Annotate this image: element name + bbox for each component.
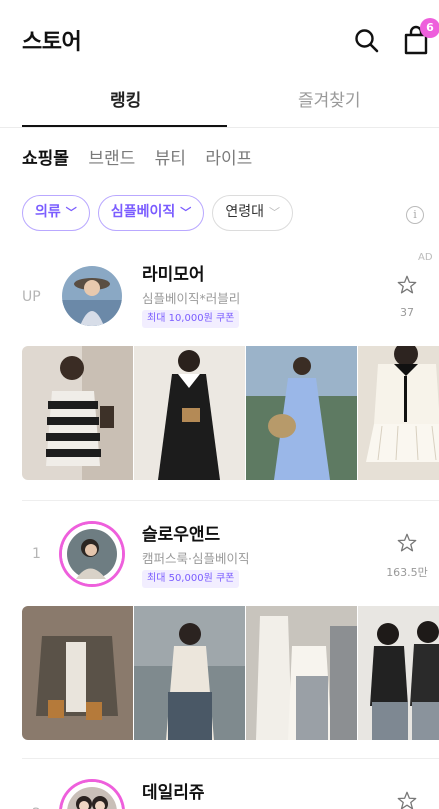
page-title: 스토어 (22, 30, 82, 55)
product-photo[interactable] (246, 606, 357, 740)
store-avatar[interactable] (62, 266, 122, 326)
category-brand[interactable]: 브랜드 (88, 144, 135, 169)
search-button[interactable] (352, 26, 382, 56)
ad-label: AD (418, 252, 433, 263)
filter-style-label: 심플베이직 (110, 204, 176, 220)
star-icon[interactable] (396, 274, 418, 296)
category-nav: 쇼핑몰 브랜드 뷰티 라이프 (22, 144, 266, 170)
chevron-down-icon: ﹀ (269, 206, 280, 219)
divider (22, 500, 439, 501)
avatar-image (62, 266, 122, 326)
product-photo[interactable] (246, 346, 357, 480)
tab-ranking[interactable]: 랭킹 (110, 86, 141, 111)
filter-clothing-label: 의류 (35, 204, 61, 220)
app-header: 스토어 6 (0, 0, 439, 78)
product-photo[interactable] (22, 606, 133, 740)
star-icon[interactable] (396, 790, 418, 809)
filter-clothing[interactable]: 의류 ﹀ (22, 195, 90, 231)
favorite-count: 37 (400, 306, 414, 319)
product-photo[interactable] (134, 346, 245, 480)
avatar-image (62, 782, 122, 809)
product-photo[interactable] (358, 346, 439, 480)
product-photo[interactable] (134, 606, 245, 740)
store-name: 슬로우앤드 (142, 525, 221, 545)
store-avatar[interactable] (62, 524, 122, 584)
store-tags: 심플베이직*러블리 (142, 291, 241, 306)
search-icon (355, 29, 379, 53)
product-photo[interactable] (22, 346, 133, 480)
main-tabs: 랭킹 즐겨찾기 (0, 78, 439, 128)
category-beauty[interactable]: 뷰티 (155, 144, 186, 169)
category-life[interactable]: 라이프 (205, 144, 252, 169)
divider (22, 758, 439, 759)
store-card[interactable]: 2 데일리쥬 (0, 770, 439, 809)
chevron-down-icon: ﹀ (180, 206, 192, 219)
store-name: 데일리쥬 (142, 783, 205, 803)
chevron-down-icon: ﹀ (65, 206, 77, 219)
filter-age[interactable]: 연령대 ﹀ (212, 195, 293, 231)
product-photo[interactable] (358, 606, 439, 740)
store-tags: 캠퍼스룩·심플베이직 (142, 551, 250, 566)
store-name: 라미모어 (142, 265, 205, 285)
store-photo-strip[interactable] (22, 346, 439, 480)
avatar-image (62, 524, 122, 584)
cart-button[interactable]: 6 (402, 18, 439, 56)
store-photo-strip[interactable] (22, 606, 439, 740)
filter-bar: 의류 ﹀ 심플베이직 ﹀ 연령대 ﹀ (22, 195, 296, 233)
tab-active-indicator (22, 125, 227, 127)
filter-style[interactable]: 심플베이직 ﹀ (97, 195, 205, 231)
filter-age-label: 연령대 (225, 204, 264, 220)
store-card[interactable]: 1 슬로우앤드 캠퍼스룩·심플베이직 최대 50,000원 쿠폰 163.5만 (0, 510, 439, 758)
info-icon[interactable]: i (406, 206, 424, 224)
category-shopping-mall[interactable]: 쇼핑몰 (22, 144, 69, 169)
tab-favorites[interactable]: 즐겨찾기 (298, 86, 361, 111)
store-card[interactable]: AD UP 라미모어 심플베이직*러블리 최대 10,000원 쿠폰 37 (0, 250, 439, 500)
coupon-badge: 최대 10,000원 쿠폰 (142, 310, 240, 328)
cart-badge: 6 (420, 18, 439, 38)
store-rank: 1 (32, 546, 41, 562)
coupon-badge: 최대 50,000원 쿠폰 (142, 570, 240, 588)
store-avatar[interactable] (62, 782, 122, 809)
favorite-count: 163.5만 (386, 566, 428, 579)
store-rank: UP (22, 289, 41, 305)
star-icon[interactable] (396, 532, 418, 554)
